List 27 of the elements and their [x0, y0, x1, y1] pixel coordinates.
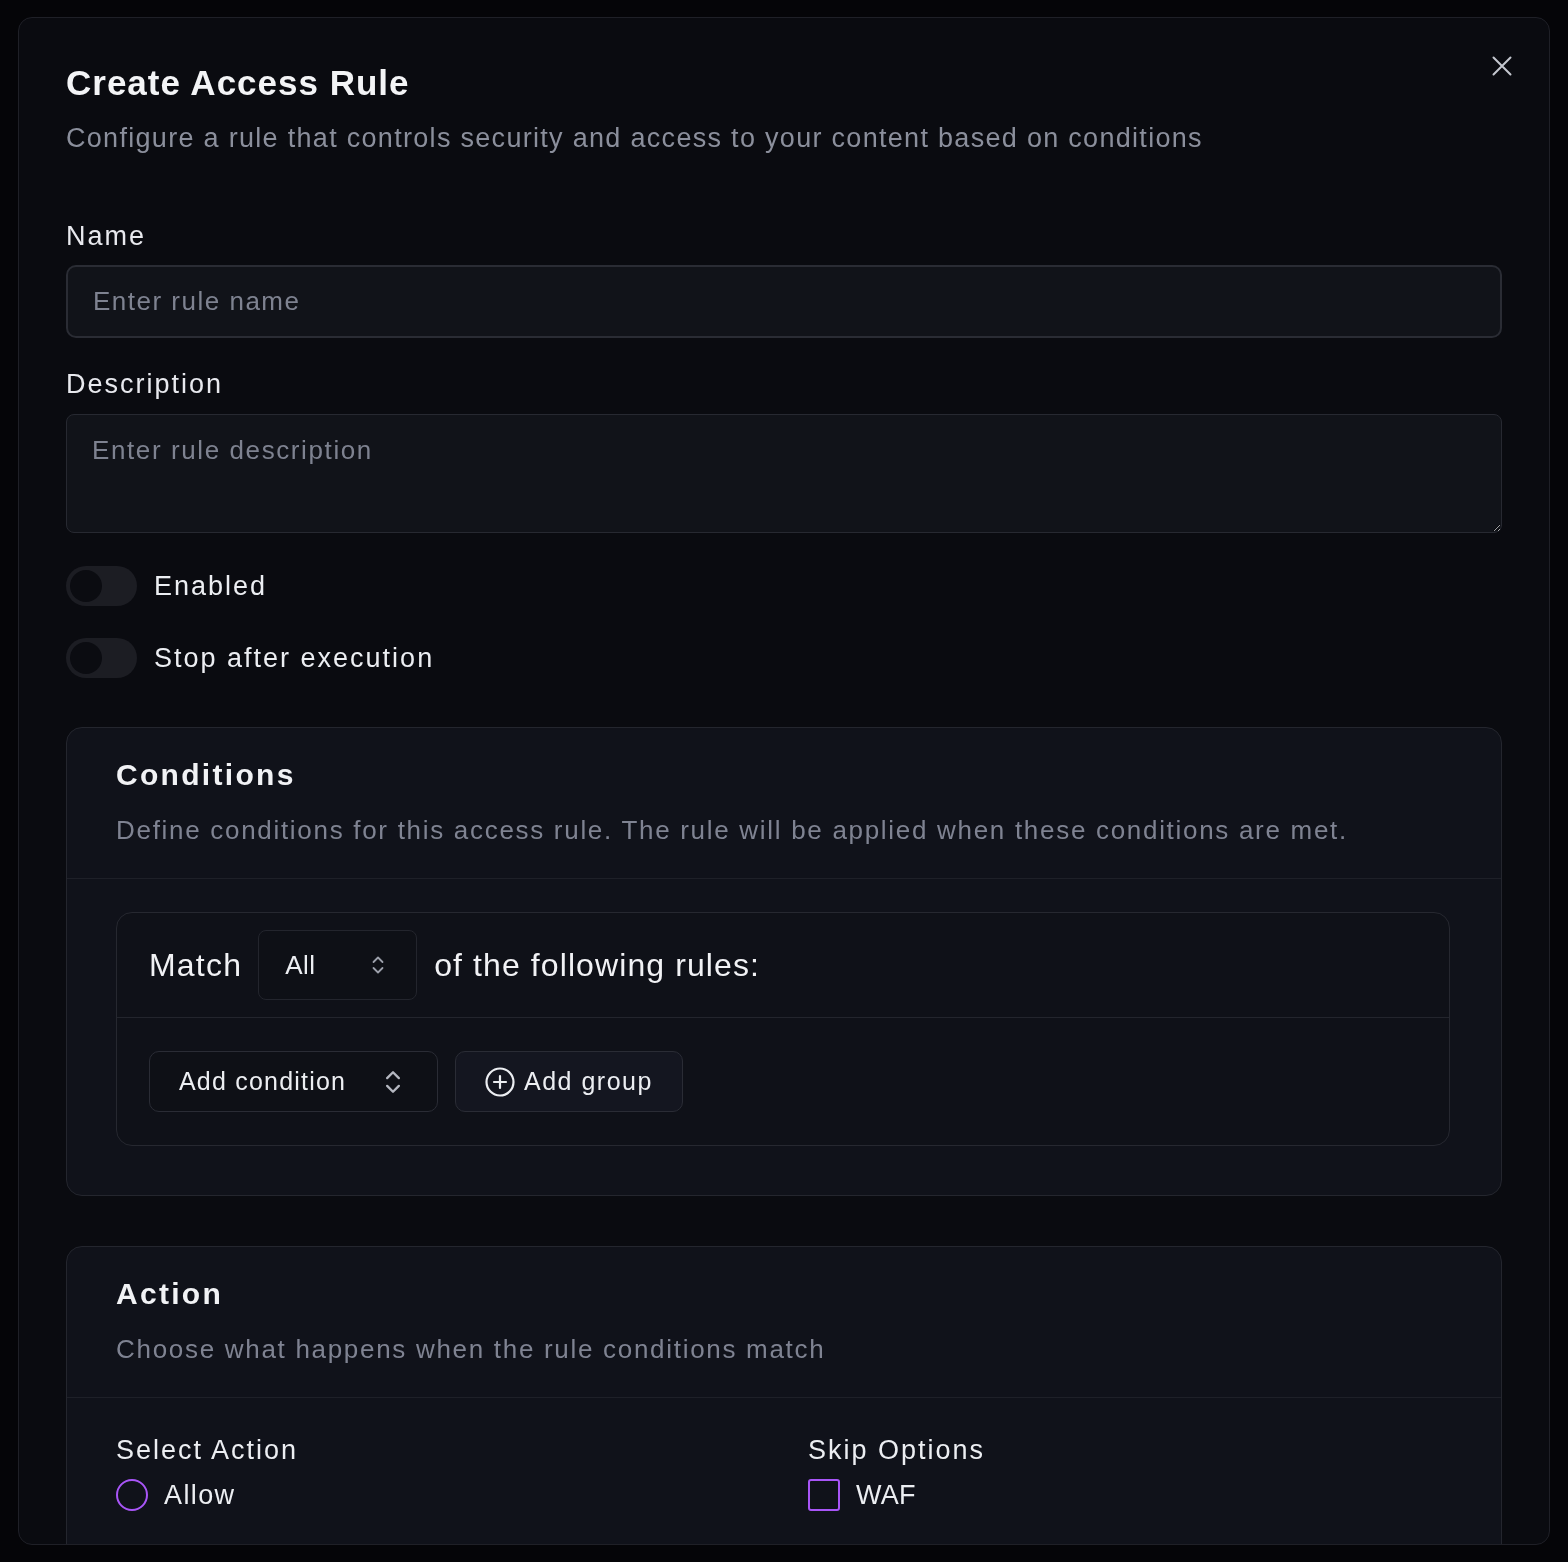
plus-circle-icon [485, 1066, 515, 1097]
checkbox-label: WAF [856, 1479, 916, 1512]
match-select[interactable]: All [258, 930, 418, 1000]
option-group-label: Skip Options [808, 1434, 986, 1466]
match-label: Match [149, 946, 243, 985]
match-suffix-text: of the following rules: [434, 946, 761, 985]
radio-button[interactable] [116, 1479, 148, 1511]
add-condition-select[interactable]: Add condition [149, 1051, 438, 1112]
dialog-title: Create Access Rule [66, 63, 410, 103]
dialog-description: Configure a rule that controls security and access to your content based on conditions [66, 122, 1203, 155]
add-group-button[interactable]: Add group [455, 1051, 683, 1112]
name-input[interactable]: Enter rule name [66, 265, 1502, 338]
section-description: Choose what happens when the rule conditions match [116, 1333, 826, 1366]
field-label: Description [66, 368, 224, 400]
chevron-up-down-icon [372, 955, 385, 975]
section-description: Define conditions for this access rule. The rule will be applied when these conditions are met. [116, 814, 1348, 847]
chevron-up-down-icon [385, 1068, 401, 1095]
radio-label: Allow [164, 1479, 236, 1512]
toggle-label: Enabled [154, 570, 268, 603]
section-title: Action [116, 1276, 224, 1312]
field-label: Name [66, 220, 147, 252]
close-icon[interactable] [1492, 56, 1512, 76]
checkbox[interactable] [808, 1479, 840, 1511]
option-group-label: Select Action [116, 1434, 299, 1466]
description-textarea[interactable]: Enter rule description [66, 414, 1502, 533]
toggle-label: Stop after execution [154, 642, 435, 675]
section-title: Conditions [116, 757, 296, 793]
